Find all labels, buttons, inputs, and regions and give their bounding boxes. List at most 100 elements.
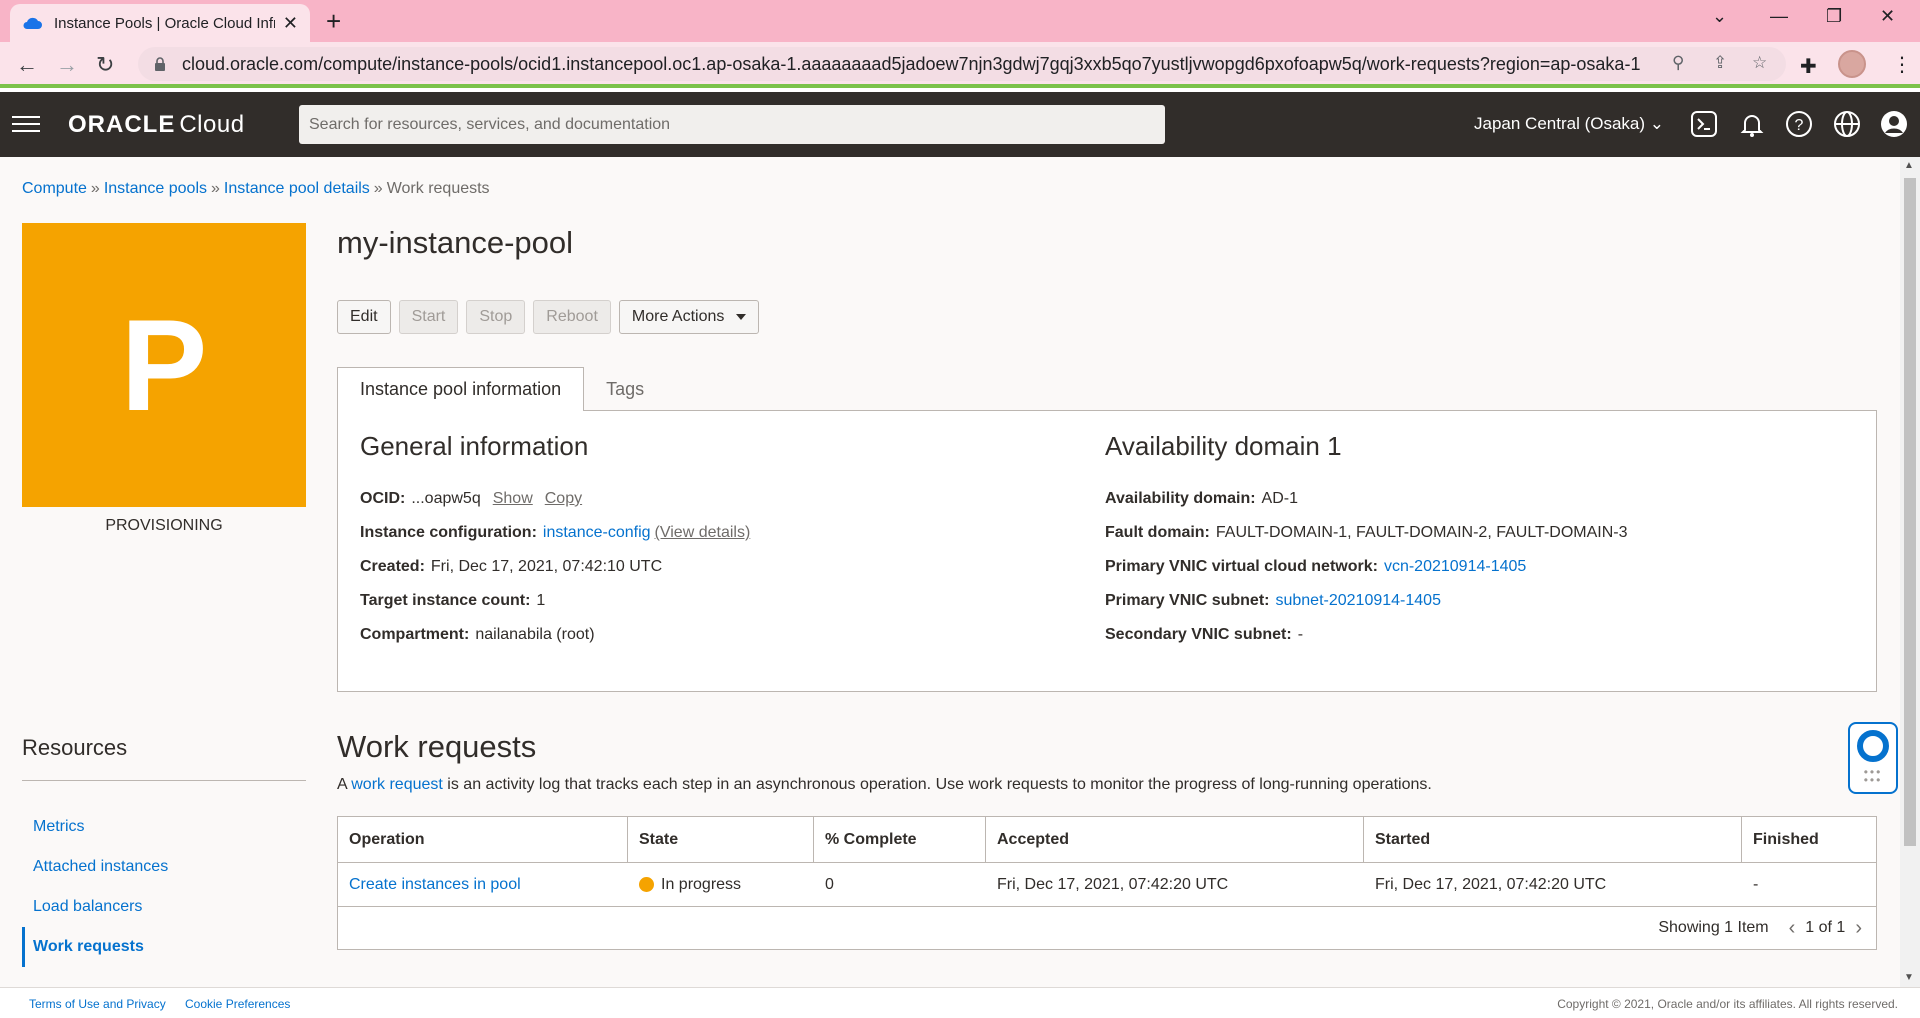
search-input[interactable] (309, 115, 1165, 134)
scroll-up-icon[interactable]: ▲ (1904, 160, 1914, 171)
reboot-button[interactable]: Reboot (533, 300, 611, 334)
help-icon[interactable]: ? (1785, 110, 1813, 138)
more-actions-label: More Actions (631, 308, 725, 325)
resource-item-work-requests[interactable]: Work requests (22, 927, 168, 967)
tab-title: Instance Pools | Oracle Cloud Infr (54, 14, 275, 32)
previous-page-icon[interactable]: ‹ (1789, 917, 1796, 940)
vcn-link[interactable]: vcn-20210914-1405 (1384, 558, 1526, 576)
forward-icon[interactable]: → (56, 52, 78, 78)
subnet-link[interactable]: subnet-20210914-1405 (1275, 592, 1440, 610)
browser-tab[interactable]: Instance Pools | Oracle Cloud Infr ✕ (10, 4, 310, 42)
edit-button[interactable]: Edit (337, 300, 391, 334)
tab-instance-pool-information[interactable]: Instance pool information (337, 367, 585, 411)
table-footer: Showing 1 Item ‹ 1 of 1 › (338, 907, 1876, 949)
vcn-label: Primary VNIC virtual cloud network: (1105, 558, 1378, 575)
breadcrumb: Compute» Instance pools» Instance pool det… (22, 180, 490, 197)
more-actions-button[interactable]: More Actions (618, 300, 760, 334)
work-requests-heading: Work requests (337, 729, 537, 764)
resources-heading: Resources (22, 735, 128, 760)
work-request-doc-link[interactable]: work request (351, 776, 443, 793)
window-close-icon[interactable]: ✕ (1880, 6, 1895, 27)
scroll-down-icon[interactable]: ▼ (1904, 972, 1914, 983)
next-page-icon[interactable]: › (1855, 917, 1862, 940)
copy-ocid-link[interactable]: Copy (545, 490, 582, 508)
bookmark-star-icon[interactable]: ☆ (1752, 53, 1767, 73)
hamburger-menu-icon[interactable] (12, 116, 40, 132)
general-info-heading: General information (360, 431, 589, 461)
ocid-label: OCID: (360, 490, 406, 507)
subnet-label: Primary VNIC subnet: (1105, 592, 1270, 609)
breadcrumb-instance-pool-details[interactable]: Instance pool details (224, 180, 370, 197)
work-requests-description: A work request is an activity log that t… (337, 776, 1432, 794)
caret-down-icon (736, 314, 747, 320)
column-header-complete[interactable]: % Complete (814, 817, 986, 862)
notifications-bell-icon[interactable] (1738, 110, 1766, 138)
restore-icon[interactable]: ❐ (1826, 6, 1842, 27)
detail-tabs: Instance pool information Tags (337, 367, 666, 411)
pool-icon-letter: P (120, 292, 208, 438)
lock-icon (155, 57, 165, 71)
fault-domain-row: Fault domain: FAULT-DOMAIN-1, FAULT-DOMA… (1105, 516, 1628, 550)
zoom-icon[interactable]: ⚲ (1672, 53, 1684, 73)
cloud-shell-icon[interactable] (1690, 110, 1718, 138)
status-dot-icon (639, 877, 654, 892)
resource-item-metrics[interactable]: Metrics (22, 807, 168, 847)
stop-button[interactable]: Stop (466, 300, 526, 334)
user-profile-icon[interactable] (1880, 110, 1908, 138)
cookie-preferences-link[interactable]: Cookie Preferences (185, 997, 290, 1011)
drag-handle-icon[interactable]: ••• ••• (1864, 766, 1883, 786)
resource-item-load-balancers[interactable]: Load balancers (22, 887, 168, 927)
operation-link[interactable]: Create instances in pool (349, 876, 521, 894)
minimize-icon[interactable]: — (1770, 6, 1788, 27)
created-row: Created: Fri, Dec 17, 2021, 07:42:10 UTC (360, 550, 750, 584)
url-text: cloud.oracle.com/compute/instance-pools/… (182, 53, 1641, 74)
instance-config-link[interactable]: instance-config (543, 524, 651, 542)
extensions-icon[interactable]: ✚ (1800, 54, 1817, 79)
oracle-cloud-logo[interactable]: ORACLE Cloud (68, 111, 245, 139)
ad-value: AD-1 (1261, 490, 1298, 507)
language-globe-icon[interactable] (1833, 110, 1861, 138)
tab-tags[interactable]: Tags (584, 367, 666, 411)
chevron-down-icon: ⌄ (1649, 114, 1665, 133)
view-details-link[interactable]: (View details) (655, 524, 751, 542)
column-header-accepted[interactable]: Accepted (986, 817, 1364, 862)
share-icon[interactable]: ⇪ (1713, 53, 1727, 73)
fault-domain-label: Fault domain: (1105, 524, 1210, 541)
pagination: ‹ 1 of 1 › (1789, 917, 1862, 940)
column-header-started[interactable]: Started (1364, 817, 1742, 862)
region-selector[interactable]: Japan Central (Osaka) ⌄ (1474, 114, 1664, 134)
secondary-subnet-value: - (1297, 626, 1304, 643)
close-icon[interactable]: ✕ (283, 13, 298, 34)
terms-link[interactable]: Terms of Use and Privacy (29, 997, 166, 1011)
resources-nav: Metrics Attached instances Load balancer… (22, 807, 168, 967)
instance-config-label: Instance configuration: (360, 524, 537, 541)
operation-cell: Create instances in pool (338, 863, 628, 906)
column-header-state[interactable]: State (628, 817, 814, 862)
breadcrumb-compute[interactable]: Compute (22, 180, 87, 197)
chevron-down-icon[interactable]: ⌄ (1712, 6, 1727, 27)
omnibox[interactable]: cloud.oracle.com/compute/instance-pools/… (138, 47, 1786, 81)
column-header-finished[interactable]: Finished (1742, 817, 1876, 862)
new-tab-icon[interactable]: + (326, 6, 341, 37)
console-header: ORACLECloud Japan Central (Osaka) ⌄ ? (0, 92, 1920, 157)
pool-status-icon: P (22, 223, 306, 507)
start-button[interactable]: Start (398, 300, 459, 334)
breadcrumb-instance-pools[interactable]: Instance pools (104, 180, 207, 197)
started-cell: Fri, Dec 17, 2021, 07:42:20 UTC (1375, 875, 1607, 893)
show-ocid-link[interactable]: Show (493, 490, 533, 508)
resource-item-attached-instances[interactable]: Attached instances (22, 847, 168, 887)
back-icon[interactable]: ← (16, 52, 38, 78)
desc-suffix: is an activity log that tracks each step… (447, 776, 1432, 793)
help-widget[interactable]: ••• ••• (1848, 722, 1898, 794)
scrollbar-thumb[interactable] (1904, 178, 1916, 846)
browser-menu-icon[interactable]: ⋮ (1892, 52, 1912, 77)
vcn-row: Primary VNIC virtual cloud network: vcn-… (1105, 550, 1628, 584)
created-value: Fri, Dec 17, 2021, 07:42:10 UTC (430, 558, 663, 575)
column-header-operation[interactable]: Operation (338, 817, 628, 862)
reload-icon[interactable]: ↻ (96, 52, 114, 78)
svg-text:?: ? (1795, 117, 1804, 134)
ad-label: Availability domain: (1105, 490, 1256, 507)
complete-cell: 0 (825, 875, 834, 893)
address-bar: ← → ↻ cloud.oracle.com/compute/instance-… (0, 42, 1920, 88)
profile-avatar[interactable] (1838, 50, 1866, 78)
